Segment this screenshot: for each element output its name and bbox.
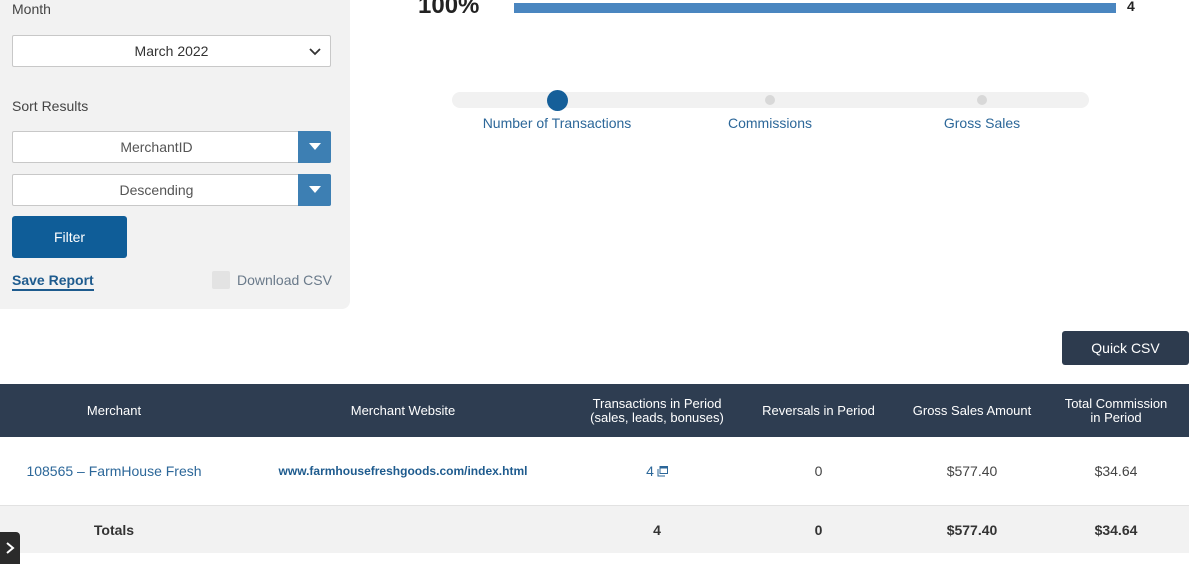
transactions-cell: 4 bbox=[578, 437, 736, 505]
external-window-icon bbox=[657, 466, 668, 477]
col-header-website[interactable]: Merchant Website bbox=[228, 384, 578, 437]
filter-panel: Month March 2022 Sort Results MerchantID… bbox=[0, 0, 350, 309]
save-report-link[interactable]: Save Report bbox=[12, 272, 94, 291]
commission-cell: $34.64 bbox=[1094, 463, 1138, 479]
progress-percent: 100% bbox=[418, 0, 480, 19]
metric-option-transactions[interactable]: Number of Transactions bbox=[483, 115, 632, 131]
progress-count: 4 bbox=[1127, 0, 1135, 14]
totals-label: Totals bbox=[93, 521, 135, 538]
quick-csv-button[interactable]: Quick CSV bbox=[1062, 331, 1189, 365]
merchant-link[interactable]: 108565 – FarmHouse Fresh bbox=[26, 463, 201, 479]
sort-field-value: MerchantID bbox=[120, 139, 193, 155]
totals-row: Totals 4 0 $577.40 $34.64 bbox=[0, 506, 1189, 553]
month-label: Month bbox=[12, 1, 51, 17]
merchant-cell: 108565 – FarmHouse Fresh bbox=[0, 437, 228, 505]
col-header-commission-line1: Total Commission bbox=[1064, 395, 1168, 411]
progress-bar-fill bbox=[514, 3, 1116, 13]
sort-order-value: Descending bbox=[119, 182, 194, 198]
merchant-website-link[interactable]: www.farmhousefreshgoods.com/index.html bbox=[279, 464, 528, 478]
website-cell: www.farmhousefreshgoods.com/index.html bbox=[228, 437, 578, 505]
col-header-transactions[interactable]: Transactions in Period (sales, leads, bo… bbox=[578, 384, 736, 437]
col-header-transactions-line2: (sales, leads, bonuses) bbox=[590, 409, 724, 425]
col-header-commission[interactable]: Total Commission in Period bbox=[1043, 384, 1189, 437]
table-row: 108565 – FarmHouse Fresh www.farmhousefr… bbox=[0, 437, 1189, 506]
sort-results-label: Sort Results bbox=[12, 98, 89, 114]
totals-commission: $34.64 bbox=[1094, 521, 1138, 538]
totals-gross-sales: $577.40 bbox=[946, 521, 998, 538]
progress-bar bbox=[514, 3, 1116, 13]
totals-transactions: 4 bbox=[653, 521, 661, 538]
sort-field-dropdown-button[interactable] bbox=[298, 131, 331, 163]
col-header-reversals[interactable]: Reversals in Period bbox=[736, 384, 901, 437]
metric-slider-stop[interactable] bbox=[765, 95, 775, 105]
sort-order-dropdown-button[interactable] bbox=[298, 174, 331, 206]
gross-sales-cell: $577.40 bbox=[946, 463, 998, 479]
sort-order-select[interactable]: Descending bbox=[12, 174, 331, 206]
col-header-transactions-line1: Transactions in Period bbox=[592, 395, 722, 411]
metric-slider-stop[interactable] bbox=[977, 95, 987, 105]
metric-slider-knob[interactable] bbox=[547, 90, 568, 111]
chevron-right-icon bbox=[6, 542, 15, 554]
month-select-value: March 2022 bbox=[134, 43, 209, 59]
metric-option-gross-sales[interactable]: Gross Sales bbox=[944, 115, 1020, 131]
transactions-link[interactable]: 4 bbox=[646, 463, 668, 479]
totals-reversals: 0 bbox=[814, 521, 823, 538]
filter-button[interactable]: Filter bbox=[12, 216, 127, 258]
download-csv-checkbox[interactable] bbox=[212, 271, 230, 289]
transactions-count: 4 bbox=[646, 463, 654, 479]
col-header-commission-line2: in Period bbox=[1090, 409, 1142, 425]
side-panel-toggle[interactable] bbox=[0, 532, 20, 564]
sort-field-select[interactable]: MerchantID bbox=[12, 131, 331, 163]
caret-down-icon bbox=[308, 143, 321, 150]
month-select[interactable]: March 2022 bbox=[12, 35, 331, 67]
metric-option-commissions[interactable]: Commissions bbox=[728, 115, 812, 131]
reversals-cell: 0 bbox=[814, 463, 823, 479]
download-csv-label[interactable]: Download CSV bbox=[237, 272, 332, 288]
report-table-header: Merchant Merchant Website Transactions i… bbox=[0, 384, 1189, 437]
col-header-merchant[interactable]: Merchant bbox=[0, 384, 228, 437]
chevron-down-icon bbox=[309, 48, 321, 56]
col-header-gross-sales[interactable]: Gross Sales Amount bbox=[901, 384, 1043, 437]
caret-down-icon bbox=[308, 186, 321, 193]
